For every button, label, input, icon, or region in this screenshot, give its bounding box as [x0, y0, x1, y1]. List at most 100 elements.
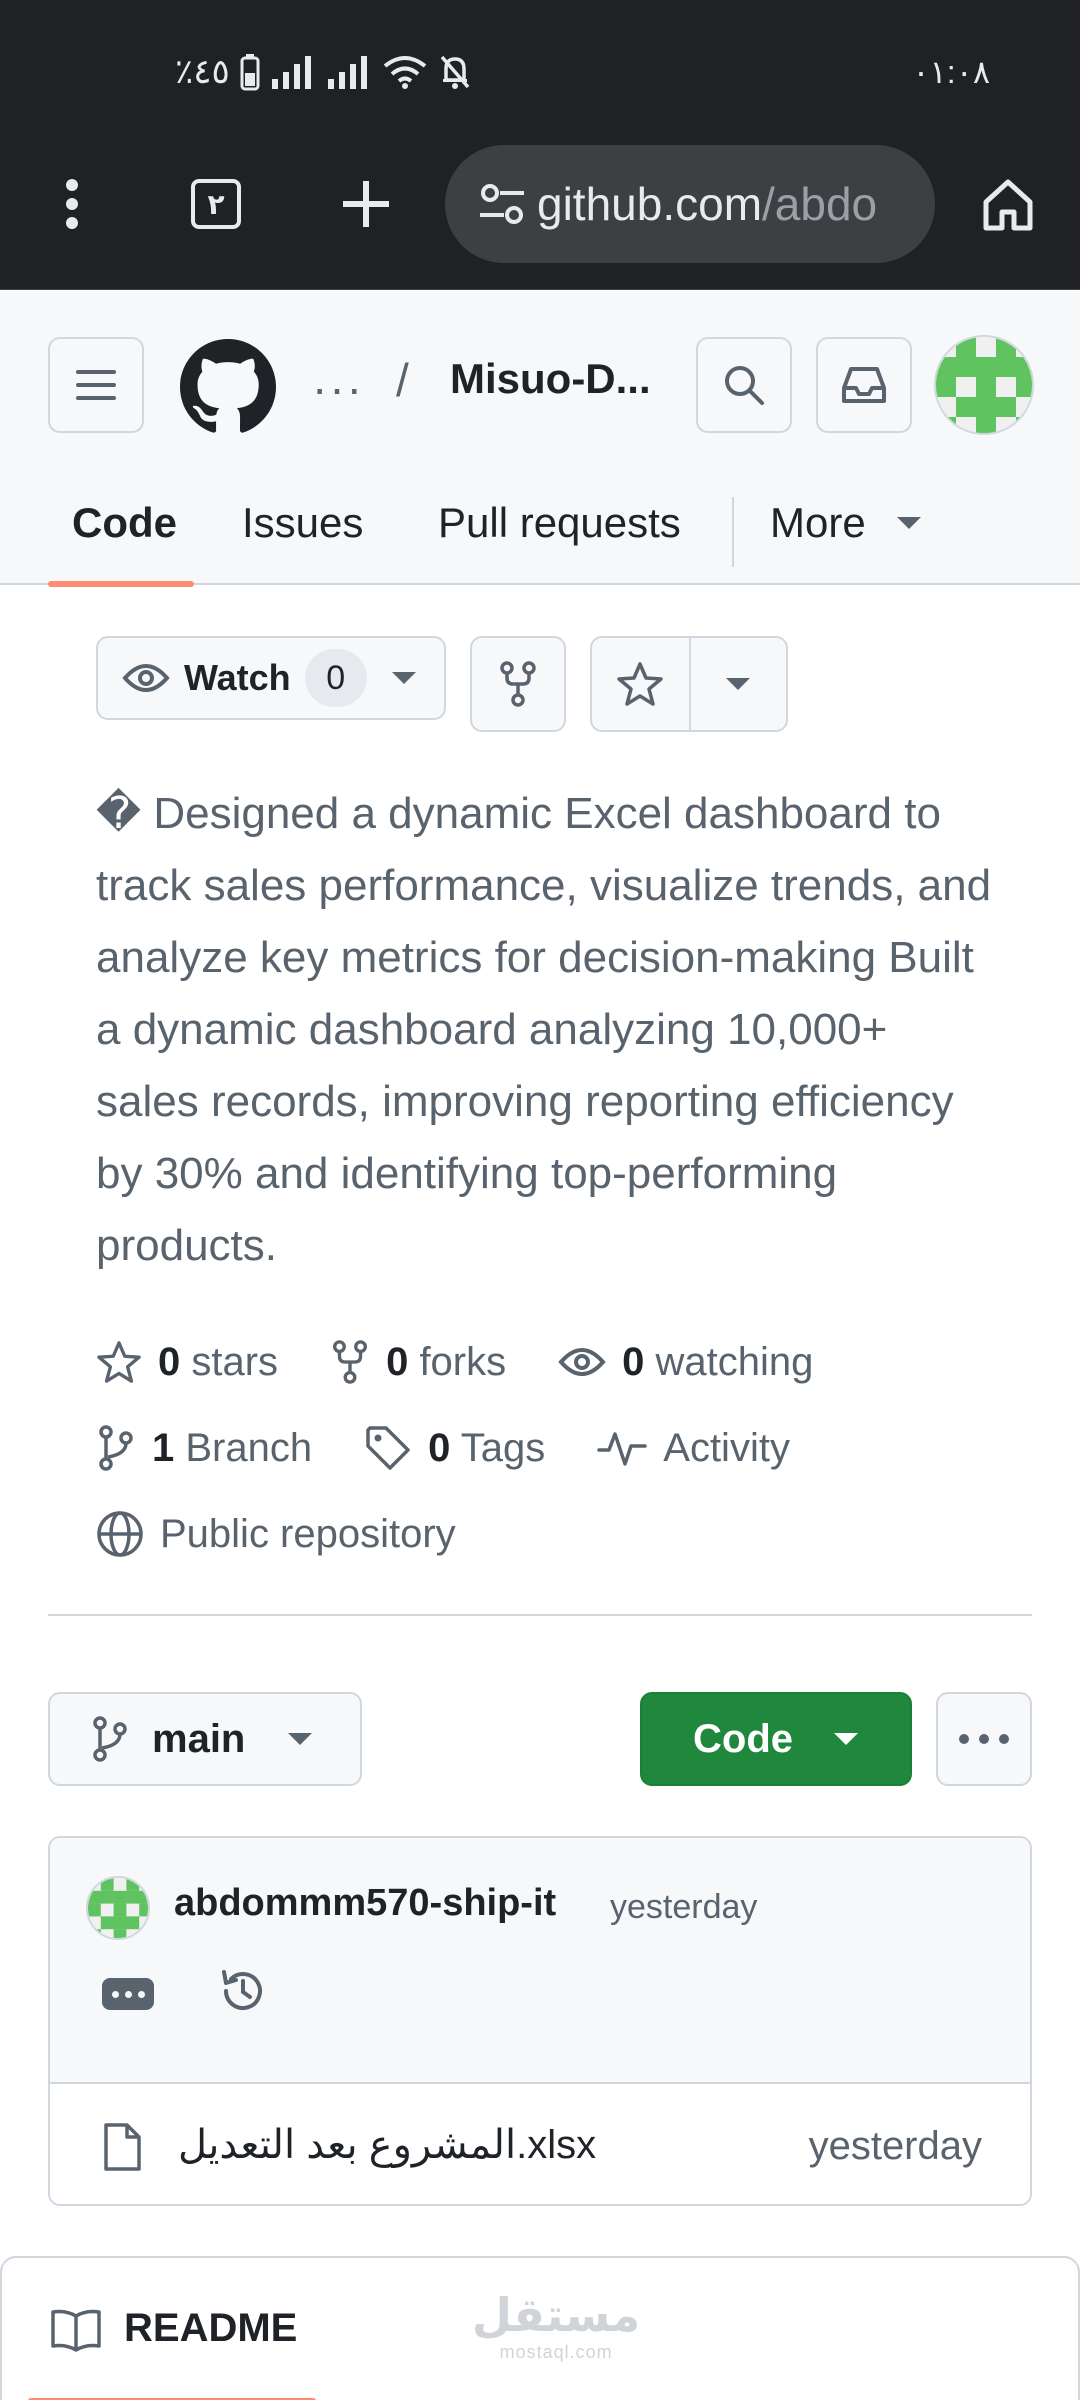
caret-down-icon	[726, 678, 751, 690]
watermark-arabic: مستقل	[472, 2288, 641, 2342]
search-button[interactable]	[696, 337, 792, 433]
url-host: github.com	[537, 178, 763, 230]
file-icon	[104, 2123, 141, 2171]
url-bar[interactable]: github.com/abdo	[445, 145, 935, 263]
branch-count: 1	[152, 1425, 175, 1470]
new-tab-plus-icon[interactable]	[316, 145, 416, 263]
signal-icon	[271, 56, 311, 89]
stars-link[interactable]: 0 stars	[96, 1340, 278, 1385]
menu-kebab-icon[interactable]	[22, 145, 122, 263]
inbox-icon	[842, 367, 886, 403]
repo-nav: Code Issues Pull requests More	[0, 461, 1080, 587]
star-list-dropdown[interactable]	[688, 638, 786, 730]
tab-code[interactable]: Code	[72, 461, 177, 585]
branches-link[interactable]: 1 Branch	[96, 1424, 312, 1472]
visibility-label: Public repository	[160, 1511, 456, 1556]
caret-down-icon	[834, 1733, 858, 1745]
stars-count: 0	[158, 1339, 181, 1384]
watching-label: watching	[655, 1339, 814, 1384]
nav-divider	[732, 497, 734, 567]
commit-author-avatar[interactable]	[86, 1876, 150, 1940]
search-icon	[725, 366, 764, 405]
watermark-latin: mostaql.com	[499, 2342, 613, 2362]
browser-chrome: ٪٤٥ ٠١:٠٨ ٢ github.com/abdo	[0, 0, 1080, 290]
repo-description: � Designed a dynamic Excel dashboard to …	[96, 789, 992, 1270]
battery-percent: ٪٤٥	[175, 53, 230, 91]
repo-name-link[interactable]: Misuo-D...	[450, 355, 651, 403]
tab-count: ٢	[191, 179, 241, 229]
signal-icon-2	[327, 56, 367, 89]
repo-stats-row-1: 0 stars 0 forks 0 watching	[96, 1332, 865, 1392]
hamburger-menu-button[interactable]	[48, 337, 144, 433]
inbox-button[interactable]	[816, 337, 912, 433]
caret-down-icon	[896, 517, 921, 529]
branch-selector[interactable]: main	[48, 1692, 362, 1786]
commit-message-expand-button[interactable]	[102, 1978, 154, 2010]
fork-icon	[333, 1340, 368, 1384]
site-settings-icon[interactable]	[467, 182, 537, 226]
breadcrumb-separator: /	[396, 354, 409, 406]
file-row[interactable]: المشروع بعد التعديل.xlsx yesterday	[50, 2086, 1030, 2204]
tab-issues[interactable]: Issues	[242, 461, 363, 585]
readme-tab[interactable]: README	[124, 2306, 297, 2351]
code-button-label: Code	[693, 1716, 793, 1761]
hamburger-icon	[76, 370, 116, 400]
fork-button[interactable]	[470, 636, 566, 732]
book-icon	[51, 2309, 101, 2352]
fork-icon	[500, 661, 536, 707]
file-list-box: abdommm570-ship-it yesterday المشروع بعد…	[48, 1836, 1032, 2206]
star-icon	[617, 662, 664, 706]
repo-stats-row-2: 1 Branch 0 Tags Activity	[96, 1418, 842, 1478]
status-icons: ٪٤٥	[175, 50, 472, 94]
identicon-avatar	[936, 337, 1032, 433]
file-name-link[interactable]: المشروع بعد التعديل.xlsx	[178, 2122, 596, 2168]
watching-link[interactable]: 0 watching	[558, 1340, 813, 1385]
activity-link[interactable]: Activity	[597, 1426, 790, 1471]
visibility-info: Public repository	[96, 1510, 456, 1558]
watermark: مستقل mostaql.com	[472, 2288, 640, 2363]
watch-button[interactable]: Watch 0	[96, 636, 446, 720]
star-button[interactable]	[592, 638, 689, 730]
mute-bell-icon	[440, 55, 470, 89]
branch-name: main	[152, 1716, 246, 1761]
activity-label: Activity	[663, 1425, 790, 1470]
user-avatar[interactable]	[934, 335, 1034, 435]
eye-icon	[558, 1348, 606, 1376]
branch-icon	[99, 1425, 133, 1471]
tags-link[interactable]: 0 Tags	[364, 1424, 545, 1472]
address-row: ٢ github.com/abdo	[0, 145, 1080, 263]
readme-box: README مستقل mostaql.com	[0, 2256, 1080, 2400]
forks-link[interactable]: 0 forks	[330, 1339, 506, 1385]
github-logo-icon[interactable]	[180, 339, 276, 435]
watch-label: Watch	[184, 657, 291, 698]
section-divider	[48, 1614, 1032, 1616]
branch-label: Branch	[185, 1425, 313, 1470]
commit-author-link[interactable]: abdommm570-ship-it	[174, 1882, 556, 1925]
forks-count: 0	[386, 1339, 409, 1384]
stars-label: stars	[191, 1339, 279, 1384]
watch-count: 0	[304, 649, 367, 707]
github-header: ··· / Misuo-D... Code Issues Pull reques…	[0, 291, 1080, 587]
home-icon[interactable]	[958, 145, 1058, 263]
active-tab-indicator	[48, 581, 194, 587]
caret-down-icon	[391, 672, 416, 684]
more-options-button[interactable]	[936, 1692, 1032, 1786]
kebab-horizontal-icon	[959, 1734, 1009, 1744]
star-button-group	[590, 636, 788, 732]
file-time: yesterday	[808, 2124, 982, 2168]
commit-time: yesterday	[610, 1888, 758, 1926]
history-icon[interactable]	[218, 1966, 268, 2016]
branch-icon	[93, 1716, 127, 1762]
tab-more-label: More	[770, 499, 866, 546]
battery-icon	[240, 54, 260, 91]
repo-stats-row-3: Public repository	[96, 1504, 508, 1564]
identicon-avatar	[88, 1878, 148, 1938]
star-icon	[97, 1341, 141, 1383]
url-path: /abdo	[762, 178, 878, 230]
code-button[interactable]: Code	[640, 1692, 912, 1786]
tab-switcher-button[interactable]: ٢	[166, 145, 266, 263]
tab-pull-requests[interactable]: Pull requests	[438, 461, 681, 585]
breadcrumb-overflow[interactable]: ···	[312, 361, 364, 415]
tab-more[interactable]: More	[770, 461, 922, 585]
tags-label: Tags	[460, 1425, 546, 1470]
